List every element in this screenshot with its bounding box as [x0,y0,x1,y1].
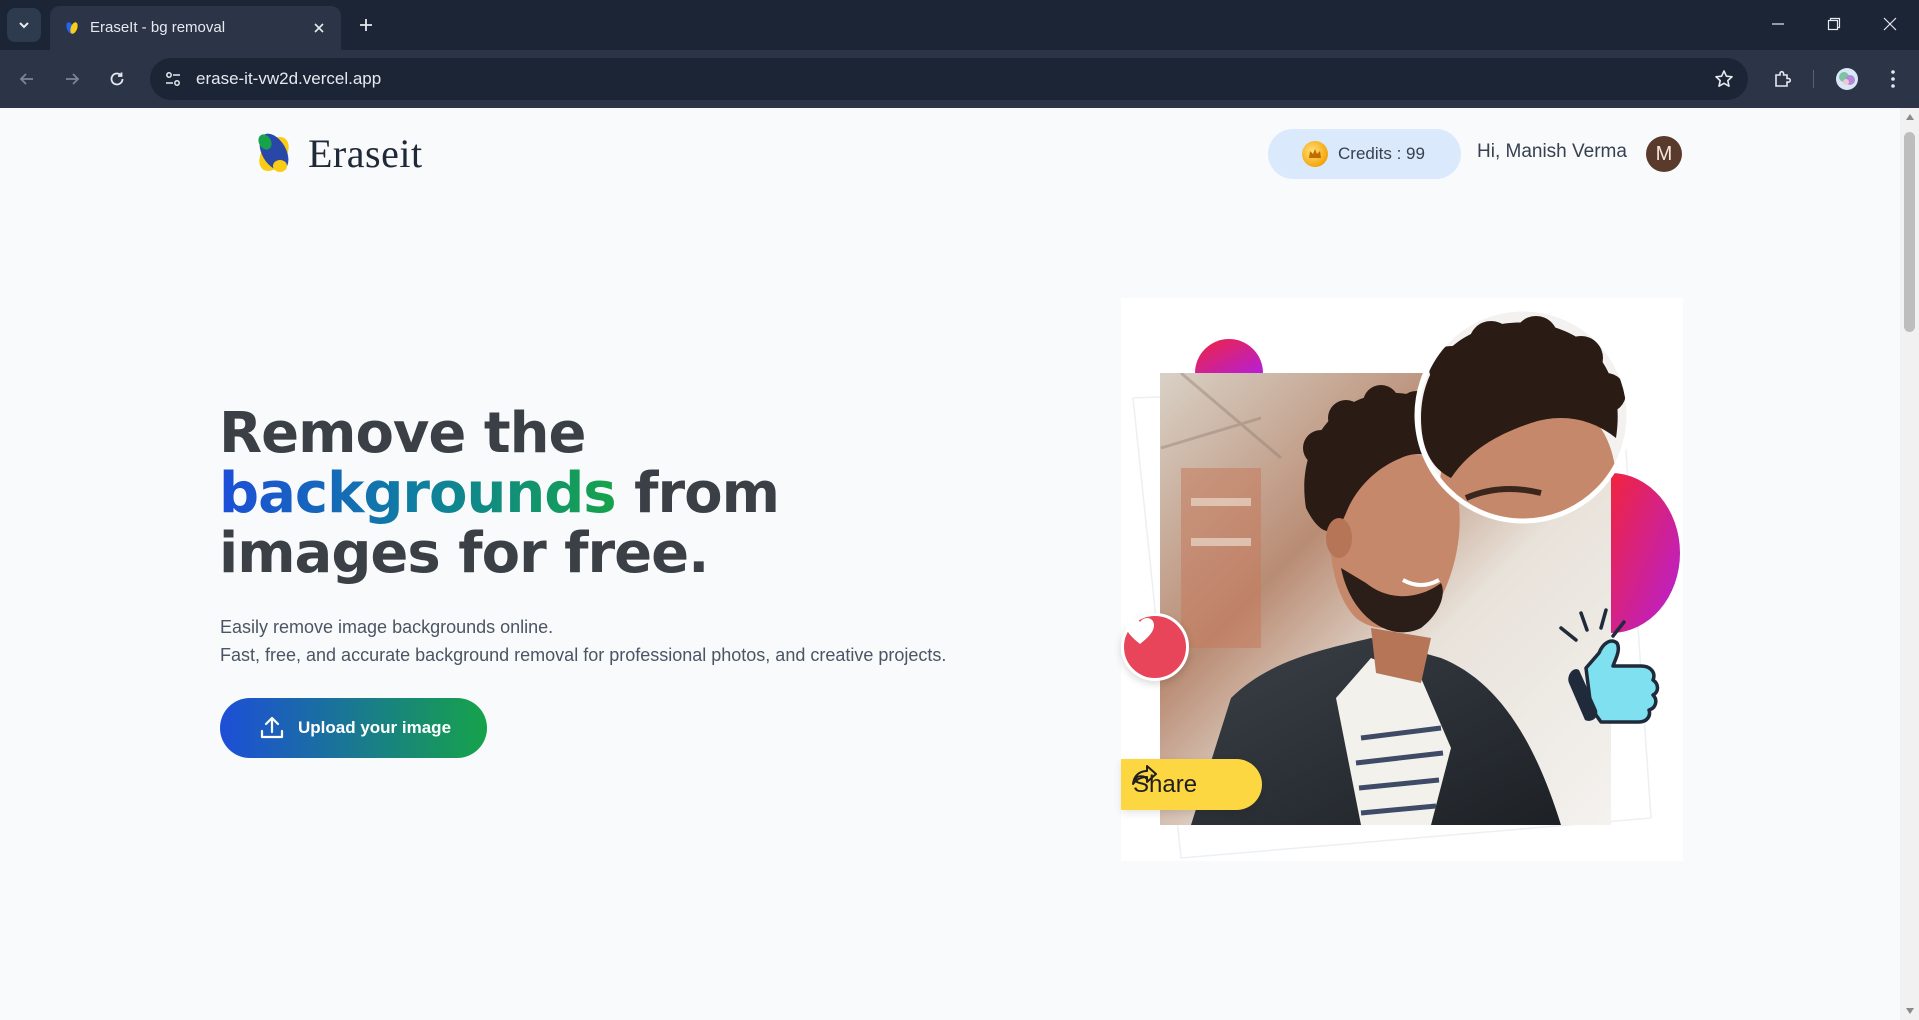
scroll-up-button[interactable] [1904,112,1915,122]
hero-title: Remove the backgrounds from images for f… [219,401,780,586]
page-scrollbar[interactable] [1900,108,1919,1020]
tab-close-button[interactable] [309,18,329,38]
credits-count: Credits : 99 [1338,144,1425,163]
credits-badge[interactable]: Credits : 99 [1268,129,1461,179]
browser-tab[interactable]: EraseIt - bg removal [50,6,341,50]
arrow-right-icon [66,73,80,85]
chevron-down-icon [19,22,29,29]
forward-button[interactable] [55,62,89,96]
profile-button[interactable] [1830,62,1864,96]
hero-title-highlight: backgrounds [219,461,617,526]
brand-name: Eraseit [308,130,423,176]
eraseit-favicon-icon [66,22,78,34]
close-icon [314,23,324,33]
user-avatar[interactable]: M [1646,136,1682,172]
arrow-left-icon [19,73,33,85]
upload-icon [260,716,284,739]
page: Eraseit Credits : 99 Hi, Manish Verma M … [0,108,1900,1020]
url-text[interactable]: erase-it-vw2d.vercel.app [196,69,381,89]
plus-icon [360,19,372,31]
scroll-down-button[interactable] [1904,1006,1915,1016]
puzzle-icon [1775,70,1792,87]
share-arrow-icon [1132,765,1157,785]
site-info-button[interactable] [160,66,186,92]
tune-icon [166,72,180,86]
hero-subtitle-line2: Fast, free, and accurate background remo… [220,645,947,665]
user-greeting: Hi, Manish Verma [1477,141,1627,162]
minimize-button[interactable] [1750,0,1806,48]
hero-subtitle: Easily remove image backgrounds online. … [220,613,946,669]
restore-button[interactable] [1806,0,1862,48]
upload-image-label: Upload your image [298,718,452,737]
new-tab-button[interactable] [352,11,380,39]
hero-title-line3: images for free. [219,521,709,586]
scrollbar-thumb[interactable] [1904,132,1915,332]
back-button[interactable] [10,62,44,96]
hero-title-line2-rest: from [615,461,780,526]
triangle-up-icon [1905,114,1914,120]
heart-icon [1126,618,1154,644]
brand-logo[interactable]: Eraseit [252,128,423,178]
browser-menu-button[interactable] [1876,62,1910,96]
restore-icon [1827,17,1841,31]
hero-illustration: Share [1121,298,1683,861]
upload-image-button[interactable]: Upload your image [220,698,487,758]
close-icon [1883,17,1897,31]
like-badge [1121,613,1189,681]
close-window-button[interactable] [1862,0,1918,48]
address-bar[interactable]: erase-it-vw2d.vercel.app [150,58,1748,100]
minimize-icon [1772,23,1784,25]
tab-title: EraseIt - bg removal [90,19,226,36]
extensions-button[interactable] [1765,62,1799,96]
reload-icon [110,72,124,86]
browser-toolbar: erase-it-vw2d.vercel.app [0,50,1919,108]
star-icon [1715,70,1733,87]
eraseit-logo-icon [258,133,289,172]
browser-tab-bar: EraseIt - bg removal [0,0,1919,50]
more-vertical-icon [1891,70,1895,88]
coin-icon [1302,141,1328,167]
reload-button[interactable] [100,62,134,96]
toolbar-divider [1813,70,1814,88]
hero-title-line1: Remove the [219,401,587,466]
triangle-down-icon [1905,1008,1914,1014]
hero-subtitle-line1: Easily remove image backgrounds online. [220,617,554,637]
share-badge: Share [1121,759,1262,810]
bookmark-button[interactable] [1712,67,1736,91]
profile-avatar-icon [1836,68,1858,90]
tab-search-button[interactable] [7,8,41,42]
